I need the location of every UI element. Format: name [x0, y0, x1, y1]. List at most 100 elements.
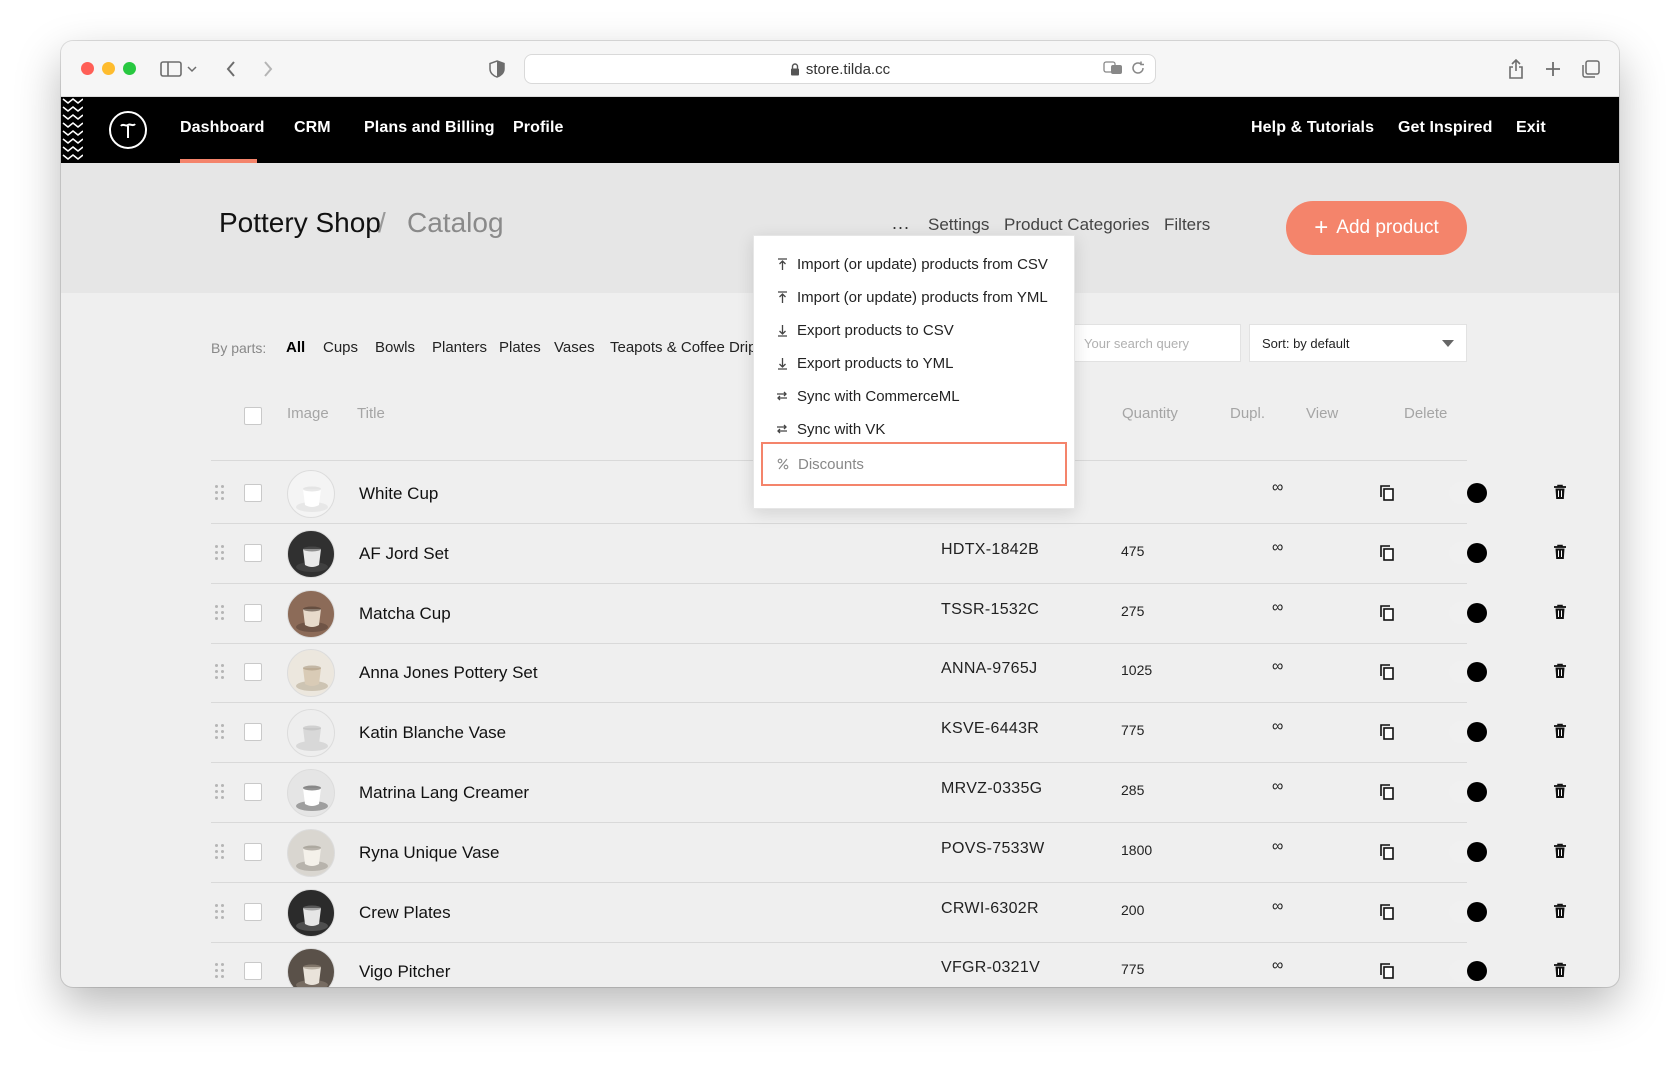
- row-checkbox[interactable]: [244, 544, 262, 562]
- table-row[interactable]: Crew Plates CRWI-6302R 200 ∞: [211, 882, 1566, 943]
- visibility-toggle[interactable]: [1449, 781, 1489, 803]
- product-thumbnail[interactable]: [287, 649, 335, 697]
- nav-exit[interactable]: Exit: [1516, 119, 1546, 137]
- shield-icon[interactable]: [485, 57, 509, 81]
- forward-icon[interactable]: [256, 57, 280, 81]
- duplicate-icon[interactable]: [1380, 485, 1394, 501]
- drag-handle-icon[interactable]: [215, 724, 225, 740]
- filter-planters[interactable]: Planters: [432, 339, 487, 356]
- zoom-window-button[interactable]: [123, 62, 136, 75]
- visibility-toggle[interactable]: [1449, 841, 1489, 863]
- trash-icon[interactable]: [1553, 723, 1567, 739]
- sync-vk-menu-item[interactable]: Sync with VK: [776, 417, 885, 441]
- import-csv-menu-item[interactable]: Import (or update) products from CSV: [776, 252, 1048, 276]
- product-thumbnail[interactable]: [287, 769, 335, 817]
- import-yml-menu-item[interactable]: Import (or update) products from YML: [776, 285, 1048, 309]
- drag-handle-icon[interactable]: [215, 485, 225, 501]
- new-tab-icon[interactable]: [1541, 57, 1565, 81]
- duplicate-icon[interactable]: [1380, 904, 1394, 920]
- trash-icon[interactable]: [1553, 903, 1567, 919]
- drag-handle-icon[interactable]: [215, 904, 225, 920]
- drag-handle-icon[interactable]: [215, 844, 225, 860]
- chevron-down-icon[interactable]: [185, 57, 199, 81]
- trash-icon[interactable]: [1553, 783, 1567, 799]
- minimize-window-button[interactable]: [102, 62, 115, 75]
- more-menu-button[interactable]: ...: [892, 213, 910, 234]
- row-checkbox[interactable]: [244, 604, 262, 622]
- visibility-toggle[interactable]: [1449, 721, 1489, 743]
- export-csv-menu-item[interactable]: Export products to CSV: [776, 318, 954, 342]
- nav-get-inspired[interactable]: Get Inspired: [1398, 119, 1493, 137]
- visibility-toggle[interactable]: [1449, 960, 1489, 982]
- tilda-logo-icon[interactable]: [109, 111, 147, 149]
- product-title[interactable]: Matrina Lang Creamer: [359, 783, 529, 803]
- duplicate-icon[interactable]: [1380, 664, 1394, 680]
- export-yml-menu-item[interactable]: Export products to YML: [776, 351, 953, 375]
- duplicate-icon[interactable]: [1380, 605, 1394, 621]
- tab-overview-icon[interactable]: [1579, 57, 1603, 81]
- close-window-button[interactable]: [81, 62, 94, 75]
- drag-handle-icon[interactable]: [215, 545, 225, 561]
- drag-handle-icon[interactable]: [215, 784, 225, 800]
- row-checkbox[interactable]: [244, 484, 262, 502]
- filter-vases[interactable]: Vases: [554, 339, 595, 356]
- breadcrumb-shop[interactable]: Pottery Shop: [219, 207, 381, 239]
- share-icon[interactable]: [1504, 57, 1528, 81]
- trash-icon[interactable]: [1553, 962, 1567, 978]
- row-checkbox[interactable]: [244, 903, 262, 921]
- drag-handle-icon[interactable]: [215, 664, 225, 680]
- duplicate-icon[interactable]: [1380, 963, 1394, 979]
- sync-commerceml-menu-item[interactable]: Sync with CommerceML: [776, 384, 960, 408]
- filter-bowls[interactable]: Bowls: [375, 339, 415, 356]
- product-thumbnail[interactable]: [287, 530, 335, 578]
- visibility-toggle[interactable]: [1449, 661, 1489, 683]
- reload-icon[interactable]: [1131, 61, 1145, 79]
- table-row[interactable]: Matrina Lang Creamer MRVZ-0335G 285 ∞: [211, 762, 1566, 823]
- trash-icon[interactable]: [1553, 663, 1567, 679]
- filter-cups[interactable]: Cups: [323, 339, 358, 356]
- table-row[interactable]: Matcha Cup TSSR-1532C 275 ∞: [211, 583, 1566, 644]
- product-title[interactable]: Vigo Pitcher: [359, 962, 450, 982]
- visibility-toggle[interactable]: [1449, 901, 1489, 923]
- product-title[interactable]: Ryna Unique Vase: [359, 843, 500, 863]
- row-checkbox[interactable]: [244, 783, 262, 801]
- filter-teapots-coffee[interactable]: Teapots & Coffee Dripp: [610, 339, 765, 356]
- product-thumbnail[interactable]: [287, 590, 335, 638]
- settings-link[interactable]: Settings: [928, 215, 989, 235]
- product-title[interactable]: Crew Plates: [359, 903, 451, 923]
- translate-icon[interactable]: [1103, 61, 1123, 79]
- filter-plates[interactable]: Plates: [499, 339, 541, 356]
- product-thumbnail[interactable]: [287, 709, 335, 757]
- visibility-toggle[interactable]: [1449, 482, 1489, 504]
- row-checkbox[interactable]: [244, 663, 262, 681]
- product-thumbnail[interactable]: [287, 829, 335, 877]
- duplicate-icon[interactable]: [1380, 784, 1394, 800]
- table-row[interactable]: Katin Blanche Vase KSVE-6443R 775 ∞: [211, 702, 1566, 763]
- nav-dashboard[interactable]: Dashboard: [180, 119, 264, 137]
- table-row[interactable]: AF Jord Set HDTX-1842B 475 ∞: [211, 523, 1566, 584]
- address-bar[interactable]: store.tilda.cc: [524, 54, 1156, 84]
- nav-profile[interactable]: Profile: [513, 119, 564, 137]
- drag-handle-icon[interactable]: [215, 605, 225, 621]
- nav-plans-billing[interactable]: Plans and Billing: [364, 119, 495, 137]
- drag-handle-icon[interactable]: [215, 963, 225, 979]
- select-all-checkbox[interactable]: [244, 407, 262, 425]
- product-title[interactable]: Matcha Cup: [359, 604, 451, 624]
- product-categories-link[interactable]: Product Categories: [1004, 215, 1150, 235]
- duplicate-icon[interactable]: [1380, 724, 1394, 740]
- sort-select[interactable]: Sort: by default: [1249, 324, 1467, 362]
- filter-all[interactable]: All: [286, 339, 305, 356]
- add-product-button[interactable]: + Add product: [1286, 201, 1467, 255]
- product-thumbnail[interactable]: [287, 889, 335, 937]
- search-input[interactable]: Your search query: [1071, 324, 1241, 362]
- table-row[interactable]: Ryna Unique Vase POVS-7533W 1800 ∞: [211, 822, 1566, 883]
- nav-help-tutorials[interactable]: Help & Tutorials: [1251, 119, 1374, 137]
- product-title[interactable]: White Cup: [359, 484, 438, 504]
- nav-crm[interactable]: CRM: [294, 119, 331, 137]
- visibility-toggle[interactable]: [1449, 602, 1489, 624]
- product-thumbnail[interactable]: [287, 948, 335, 987]
- table-row[interactable]: Vigo Pitcher VFGR-0321V 775 ∞: [211, 941, 1566, 987]
- back-icon[interactable]: [219, 57, 243, 81]
- row-checkbox[interactable]: [244, 843, 262, 861]
- discounts-menu-item[interactable]: Discounts: [761, 442, 1067, 486]
